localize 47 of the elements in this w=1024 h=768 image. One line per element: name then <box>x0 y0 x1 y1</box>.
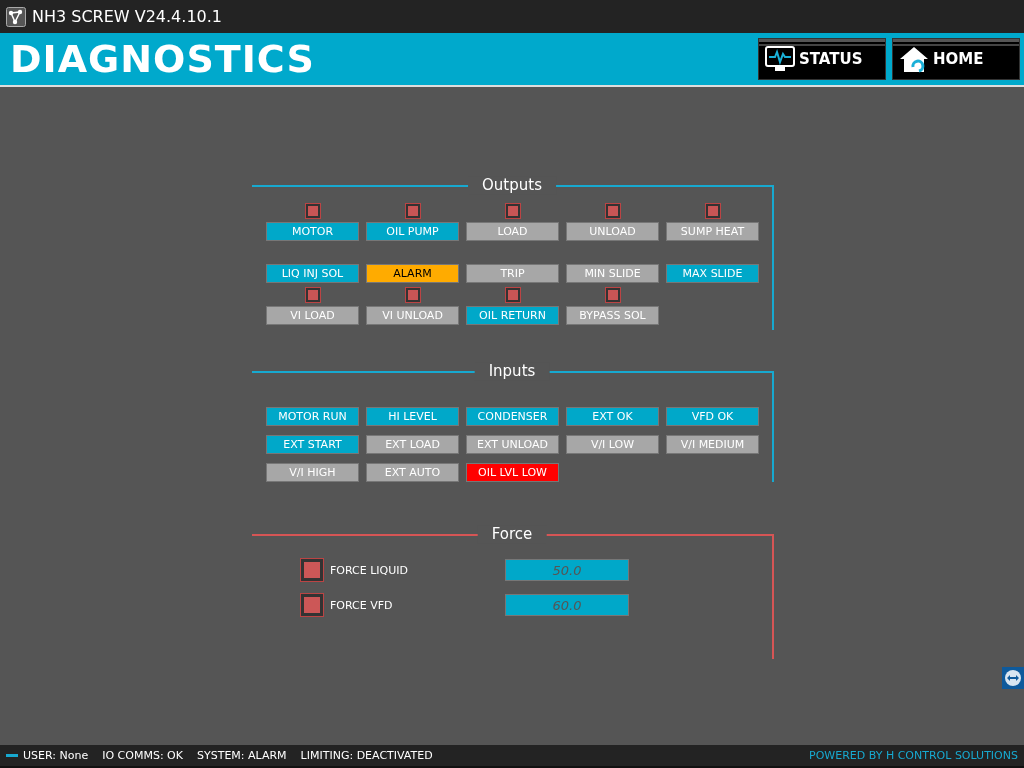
status-dash-icon <box>6 754 18 757</box>
io-indicator: EXT UNLOAD <box>466 435 559 454</box>
io-indicator: SUMP HEAT <box>666 222 759 241</box>
section-title: Outputs <box>468 176 556 195</box>
force-checkbox[interactable] <box>301 594 323 616</box>
io-indicator: EXT AUTO <box>366 463 459 482</box>
force-checkbox[interactable] <box>301 559 323 581</box>
io-indicator: OIL RETURN <box>466 306 559 325</box>
io-indicator: LOAD <box>466 222 559 241</box>
io-indicator: OIL LVL LOW <box>466 463 559 482</box>
status-text: SYSTEM: ALARM <box>197 749 287 762</box>
window-title: NH3 SCREW V24.4.10.1 <box>32 7 222 26</box>
io-indicator: TRIP <box>466 264 559 283</box>
status-text: USER: None <box>23 749 89 762</box>
io-indicator: LIQ INJ SOL <box>266 264 359 283</box>
io-indicator: EXT LOAD <box>366 435 459 454</box>
house-icon <box>899 45 929 73</box>
status-text: IO COMMS: OK <box>102 749 183 762</box>
force-label: FORCE VFD <box>330 598 394 612</box>
io-indicator: VFD OK <box>666 407 759 426</box>
monitor-pulse-icon <box>765 45 795 73</box>
status-text: LIMITING: DEACTIVATED <box>300 749 433 762</box>
io-indicator: UNLOAD <box>566 222 659 241</box>
io-indicator: HI LEVEL <box>366 407 459 426</box>
io-indicator: VI LOAD <box>266 306 359 325</box>
io-indicator: VI UNLOAD <box>366 306 459 325</box>
section-title: Inputs <box>474 362 550 381</box>
remote-support-icon[interactable] <box>1002 667 1024 689</box>
io-indicator: V/I MEDIUM <box>666 435 759 454</box>
io-indicator: ALARM <box>366 264 459 283</box>
credit-text: POWERED BY H CONTROL SOLUTIONS <box>809 749 1018 762</box>
io-indicator: OIL PUMP <box>366 222 459 241</box>
io-indicator: MOTOR <box>266 222 359 241</box>
page-title: DIAGNOSTICS <box>10 37 316 81</box>
io-indicator: MIN SLIDE <box>566 264 659 283</box>
force-label: FORCE LIQUID <box>330 563 409 577</box>
home-button[interactable]: HOME <box>892 38 1020 80</box>
io-indicator: CONDENSER <box>466 407 559 426</box>
io-indicator: V/I HIGH <box>266 463 359 482</box>
io-indicator: BYPASS SOL <box>566 306 659 325</box>
io-indicator: EXT OK <box>566 407 659 426</box>
io-indicator: MOTOR RUN <box>266 407 359 426</box>
io-indicator: MAX SLIDE <box>666 264 759 283</box>
app-icon <box>6 6 26 27</box>
io-indicator: V/I LOW <box>566 435 659 454</box>
status-button[interactable]: STATUS <box>758 38 886 80</box>
io-indicator: EXT START <box>266 435 359 454</box>
